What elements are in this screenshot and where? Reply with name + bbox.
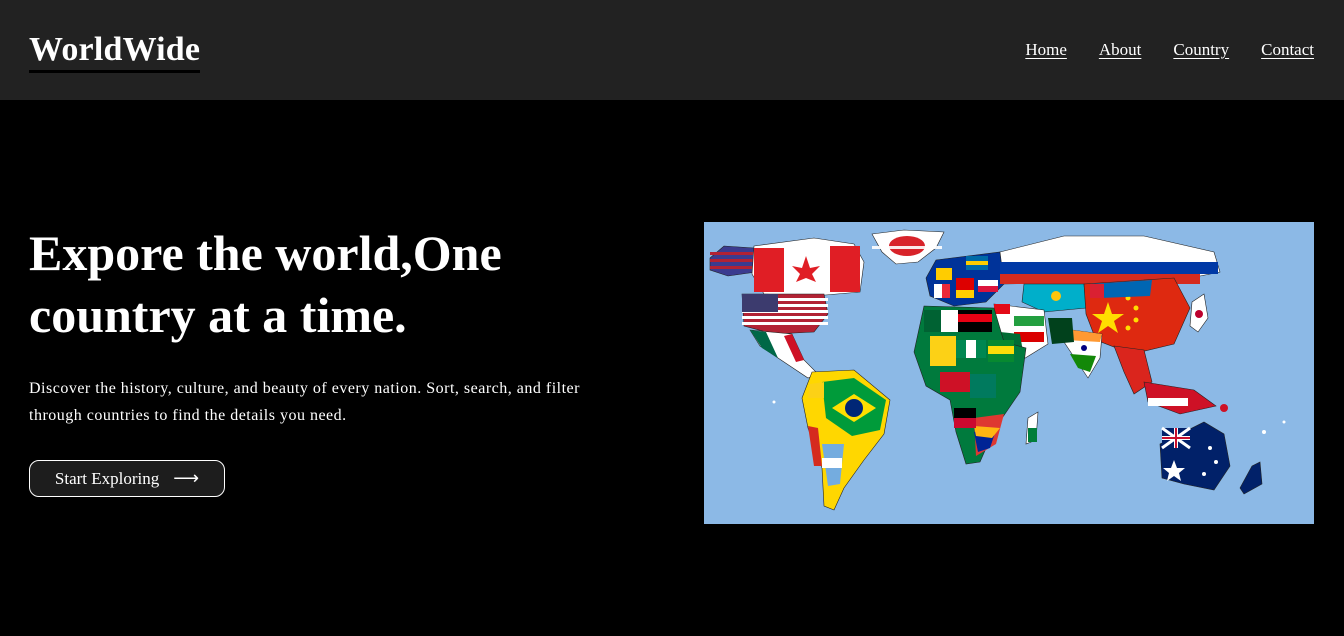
start-exploring-button[interactable]: Start Exploring ⟶: [29, 460, 225, 497]
logo[interactable]: WorldWide: [29, 30, 201, 73]
hero-description: Discover the history, culture, and beaut…: [29, 380, 580, 424]
arrow-right-icon: ⟶: [173, 467, 200, 489]
main-nav: Home About Country Contact: [1025, 38, 1314, 62]
world-flag-map: [704, 222, 1314, 524]
world-map-illustration: [704, 222, 1314, 524]
nav-link-contact[interactable]: Contact: [1261, 38, 1314, 62]
start-exploring-label: Start Exploring: [54, 468, 160, 488]
site-header: WorldWide Home About Country Contact: [0, 0, 1344, 100]
nav-link-about[interactable]: About: [1099, 38, 1142, 62]
hero-title: Expore the world,One country at a time.: [29, 225, 502, 343]
nav-link-country[interactable]: Country: [1173, 38, 1229, 62]
nav-link-home[interactable]: Home: [1025, 38, 1067, 62]
